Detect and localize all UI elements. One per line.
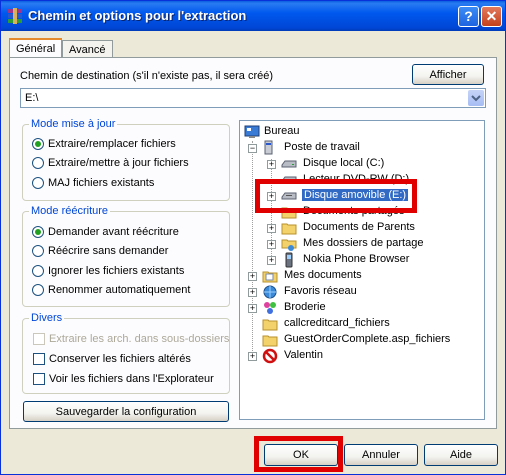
help-button[interactable]: Aide: [424, 444, 498, 466]
tree-label: Nokia Phone Browser: [303, 253, 410, 265]
tree-label: GuestOrderComplete.asp_fichiers: [284, 333, 451, 345]
show-button[interactable]: Afficher: [412, 64, 484, 85]
extract-update-label[interactable]: Extraire/mettre à jour fichiers: [48, 157, 189, 169]
expand-icon[interactable]: +: [267, 256, 276, 265]
keep-broken-label[interactable]: Conserver les fichiers altérés: [49, 353, 191, 365]
checkbox-show-in-explorer[interactable]: [33, 373, 45, 385]
folder-tree[interactable]: Bureau − Poste de travail + Disque local…: [239, 120, 485, 420]
tree-label: Mes dossiers de partage: [303, 237, 424, 249]
blocked-icon: [262, 348, 278, 364]
destination-value: E:\: [25, 92, 39, 104]
misc-title: Divers: [29, 312, 65, 324]
extract-subfolders-label: Extraire les arch. dans sous-dossiers: [49, 333, 230, 345]
extraction-dialog: Chemin et options pour l'extraction ? ✕ …: [0, 0, 506, 475]
documents-icon: [262, 271, 278, 283]
computer-icon: [264, 140, 273, 155]
save-config-button[interactable]: Sauvegarder la configuration: [23, 401, 229, 422]
help-title-button[interactable]: ?: [458, 6, 479, 27]
highlight-box-removable-disk: [255, 179, 417, 213]
radio-extract-replace[interactable]: [32, 138, 44, 150]
chevron-down-icon[interactable]: [468, 90, 484, 106]
folder-icon: [281, 223, 297, 235]
tree-label: Documents de Parents: [303, 221, 415, 233]
expand-icon[interactable]: +: [248, 288, 257, 297]
update-existing-label[interactable]: MAJ fichiers existants: [48, 177, 154, 189]
overwrite-mode-title: Mode réécriture: [29, 205, 111, 217]
shared-folder-icon: [281, 239, 297, 251]
destination-label: Chemin de destination (s'il n'existe pas…: [20, 70, 274, 82]
radio-skip-existing[interactable]: [32, 265, 44, 277]
tree-label: Valentin: [284, 349, 323, 361]
expand-icon[interactable]: +: [267, 160, 276, 169]
embroidery-icon: [264, 302, 276, 314]
winrar-icon: [8, 8, 22, 24]
expand-icon[interactable]: +: [248, 304, 257, 313]
cancel-button[interactable]: Annuler: [344, 444, 418, 466]
expand-icon[interactable]: +: [267, 224, 276, 233]
tree-label: Mes documents: [284, 269, 362, 281]
extract-replace-label[interactable]: Extraire/remplacer fichiers: [48, 138, 176, 150]
expand-icon[interactable]: +: [248, 352, 257, 361]
radio-overwrite-no-ask[interactable]: [32, 245, 44, 257]
title-bar[interactable]: Chemin et options pour l'extraction ? ✕: [1, 1, 505, 31]
update-mode-title: Mode mise à jour: [29, 118, 118, 130]
radio-extract-update[interactable]: [32, 157, 44, 169]
expand-icon[interactable]: +: [248, 272, 257, 281]
window-title: Chemin et options pour l'extraction: [28, 8, 247, 23]
tree-label: Poste de travail: [284, 141, 360, 153]
phone-icon: [285, 252, 293, 268]
tree-label: Disque local (C:): [303, 157, 385, 169]
radio-auto-rename[interactable]: [32, 284, 44, 296]
folder-icon: [262, 319, 278, 331]
tree-label: callcreditcard_fichiers: [284, 317, 390, 329]
folder-icon: [262, 335, 278, 347]
highlight-box-ok: [254, 436, 343, 472]
checkbox-keep-broken[interactable]: [33, 353, 45, 365]
tab-general[interactable]: Général: [9, 38, 63, 58]
destination-combo[interactable]: E:\: [20, 88, 486, 108]
network-icon: [263, 285, 277, 299]
hard-drive-icon: [281, 160, 297, 168]
show-in-explorer-label[interactable]: Voir les fichiers dans l'Explorateur: [49, 373, 214, 385]
desktop-icon: [244, 125, 260, 138]
tree-label: Favoris réseau: [284, 285, 357, 297]
expand-icon[interactable]: +: [267, 240, 276, 249]
auto-rename-label[interactable]: Renommer automatiquement: [48, 284, 190, 296]
ask-before-label[interactable]: Demander avant réécriture: [48, 226, 179, 238]
tree-label: Bureau: [264, 125, 300, 137]
overwrite-no-ask-label[interactable]: Réécrire sans demander: [48, 245, 168, 257]
radio-update-existing[interactable]: [32, 177, 44, 189]
tree-label: Broderie: [284, 301, 326, 313]
checkbox-extract-subfolders: [33, 333, 45, 345]
skip-existing-label[interactable]: Ignorer les fichiers existants: [48, 265, 184, 277]
tab-advanced[interactable]: Avancé: [62, 40, 113, 57]
close-button[interactable]: ✕: [481, 6, 502, 27]
radio-ask-before[interactable]: [32, 226, 44, 238]
collapse-icon[interactable]: −: [248, 144, 257, 153]
